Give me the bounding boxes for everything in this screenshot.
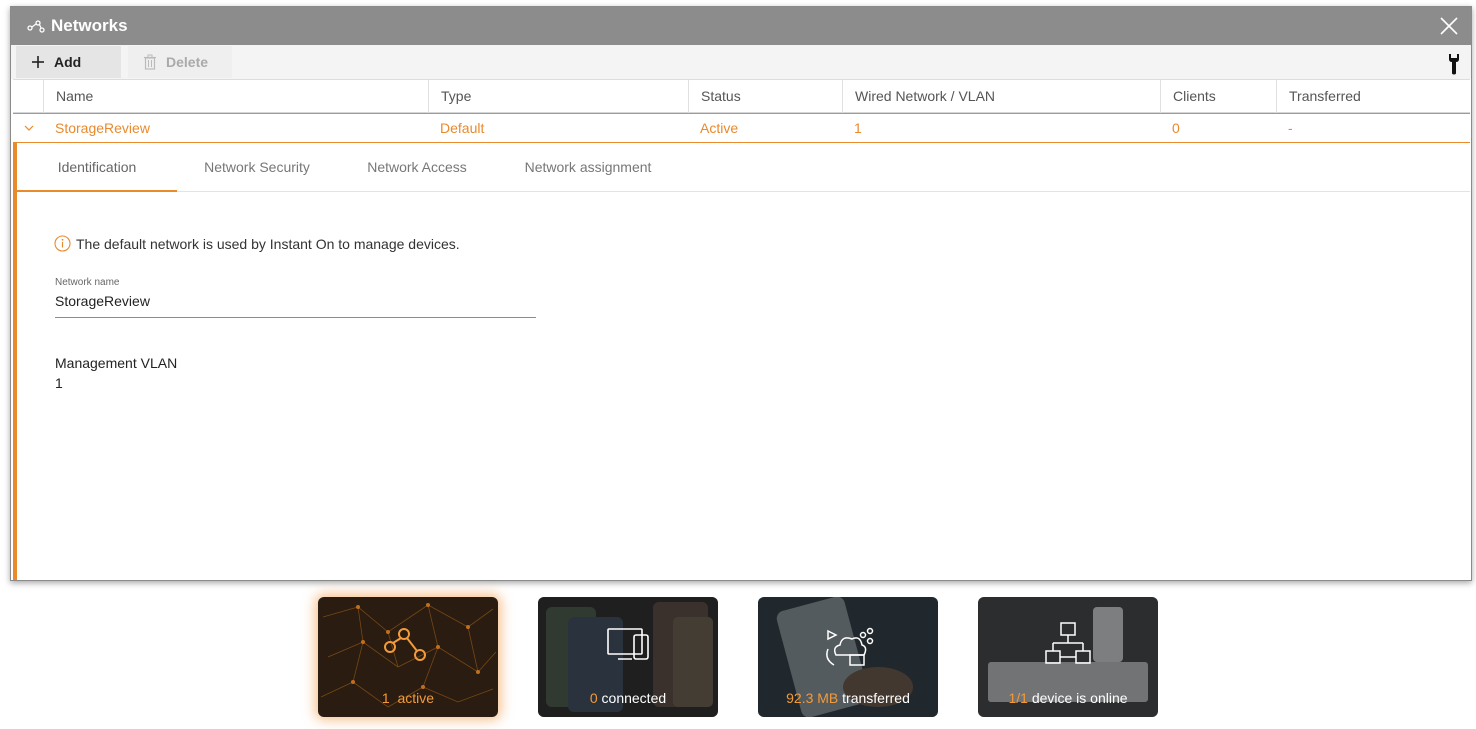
tile-data-transferred[interactable]: 92.3 MB transferred xyxy=(758,597,938,717)
column-header-vlan[interactable]: Wired Network / VLAN xyxy=(842,80,1160,113)
column-header-transferred[interactable]: Transferred xyxy=(1276,80,1470,113)
networks-window: Networks Add Delete Name Type Status Wir… xyxy=(10,6,1472,581)
cell-vlan: 1 xyxy=(854,120,862,136)
tab-network-assignment[interactable]: Network assignment xyxy=(497,143,679,192)
tile-caption: 1 active xyxy=(381,690,435,706)
delete-label: Delete xyxy=(166,54,209,70)
info-icon xyxy=(54,235,71,252)
wrench-icon[interactable] xyxy=(1447,53,1461,75)
network-icon xyxy=(27,20,45,33)
tile-networks-active[interactable]: 1 active xyxy=(318,597,498,717)
tile-devices-online[interactable]: 1/1 device is online xyxy=(978,597,1158,717)
info-text: The default network is used by Instant O… xyxy=(76,235,460,252)
window-title: Networks xyxy=(51,16,128,35)
column-header-status[interactable]: Status xyxy=(688,80,842,113)
cell-name: StorageReview xyxy=(55,120,150,136)
table-row[interactable]: StorageReview Default Active 1 0 - xyxy=(13,113,1470,143)
trash-icon xyxy=(144,54,156,70)
tab-network-security[interactable]: Network Security xyxy=(177,143,337,192)
tab-identification[interactable]: Identification xyxy=(17,143,177,192)
toolbar: Add Delete xyxy=(11,45,1471,79)
column-header-type[interactable]: Type xyxy=(428,80,688,113)
add-button[interactable]: Add xyxy=(16,46,121,78)
column-header-name[interactable]: Name xyxy=(43,80,428,113)
tile-caption: 92.3 MB transferred xyxy=(786,690,910,706)
cell-status: Active xyxy=(700,120,739,136)
network-name-field[interactable]: StorageReview xyxy=(55,293,536,318)
cell-transferred: - xyxy=(1288,120,1293,136)
network-name-label: Network name xyxy=(55,277,120,288)
close-icon[interactable] xyxy=(1437,14,1461,38)
add-label: Add xyxy=(54,54,82,70)
cell-clients: 0 xyxy=(1172,120,1180,136)
info-message: The default network is used by Instant O… xyxy=(54,235,460,252)
title-bar: Networks xyxy=(11,7,1471,45)
tab-network-access[interactable]: Network Access xyxy=(337,143,497,192)
table-header: Name Type Status Wired Network / VLAN Cl… xyxy=(13,79,1470,113)
chevron-down-icon[interactable] xyxy=(23,122,35,134)
detail-tabs: Identification Network Security Network … xyxy=(17,143,1470,192)
tile-caption: 0 connected xyxy=(589,690,667,706)
tile-caption: 1/1 device is online xyxy=(1008,690,1128,706)
delete-button[interactable]: Delete xyxy=(128,46,232,78)
management-vlan-value: 1 xyxy=(55,375,63,391)
detail-panel: Identification Network Security Network … xyxy=(13,143,1470,580)
cell-type: Default xyxy=(440,120,485,136)
column-header-clients[interactable]: Clients xyxy=(1160,80,1276,113)
tile-clients-connected[interactable]: 0 connected xyxy=(538,597,718,717)
plus-icon xyxy=(32,56,44,68)
management-vlan-label: Management VLAN xyxy=(55,355,178,371)
